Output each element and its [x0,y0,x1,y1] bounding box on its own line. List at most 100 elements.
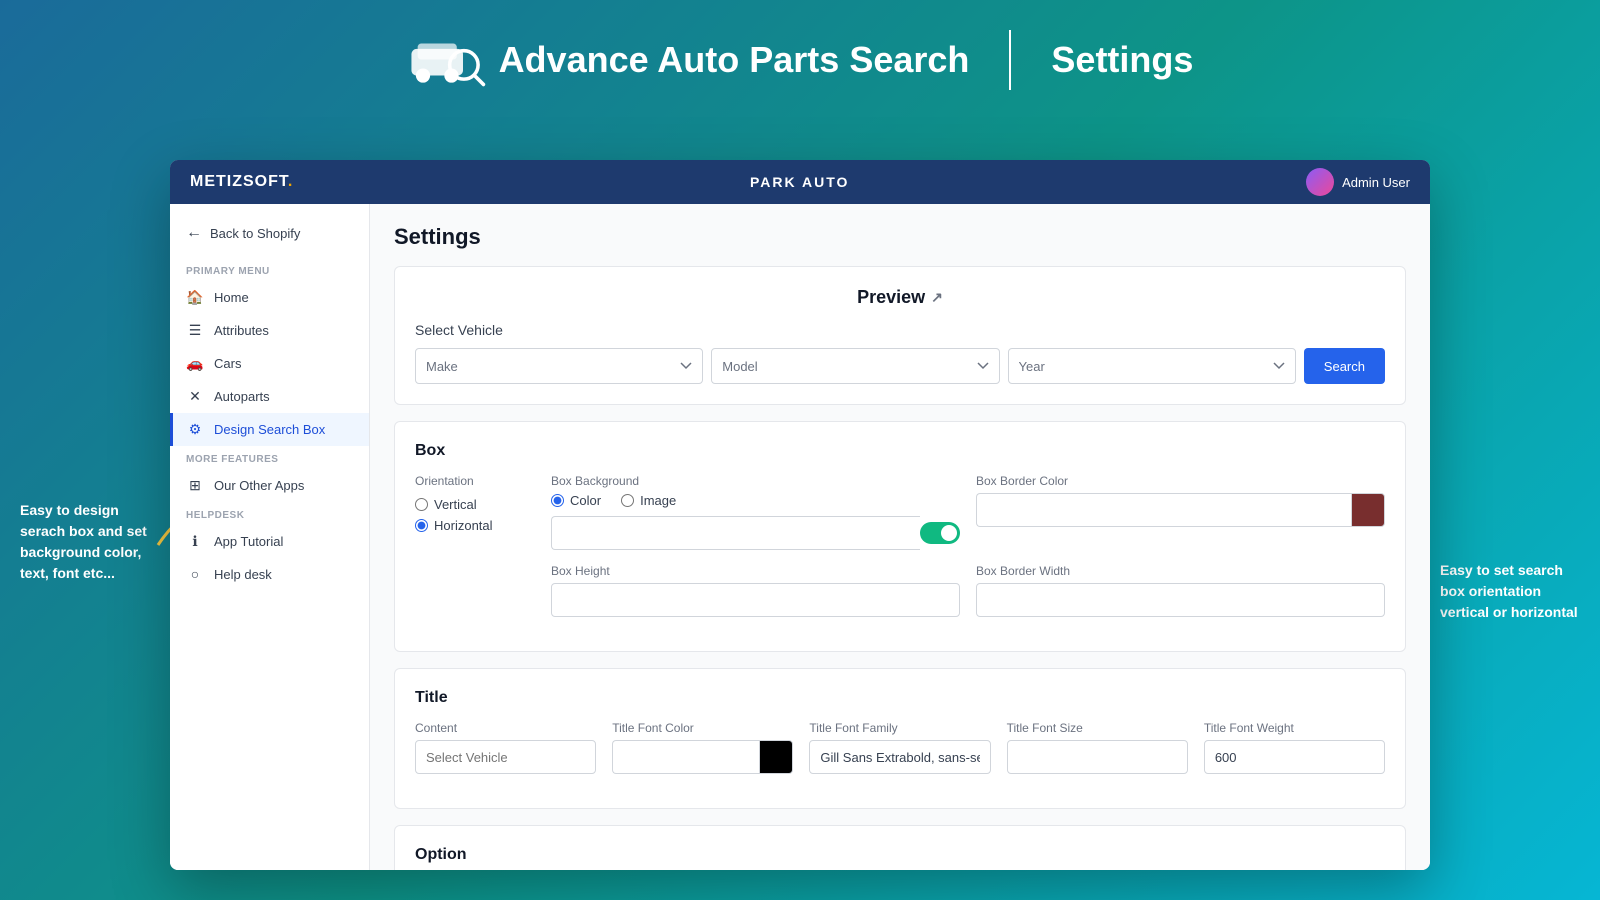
header-logo-area: Advance Auto Parts Search [407,30,970,90]
app-tutorial-icon: ℹ [186,533,204,550]
sidebar: ← Back to Shopify PRIMARY MENU 🏠 Home ☰ … [170,204,370,870]
box-background-label: Box Background [551,474,960,488]
option-section-card: Option Option Font Family Gill Sans Extr… [394,825,1406,870]
title-font-size-input[interactable]: 20 [1007,740,1188,774]
app-layout: ← Back to Shopify PRIMARY MENU 🏠 Home ☰ … [170,204,1430,870]
box-border-width-label: Box Border Width [976,564,1385,578]
topbar: METIZSOFT. PARK AUTO Admin User [170,160,1430,204]
title-font-size-label: Title Font Size [1007,721,1188,735]
sidebar-item-autoparts-label: Autoparts [214,389,270,404]
title-font-weight-select[interactable]: 600 [1204,740,1385,774]
bg-color-toggle[interactable] [920,522,960,544]
header-title: Advance Auto Parts Search [499,39,970,81]
title-font-family-group: Title Font Family Gill Sans Extrabold, s… [809,721,990,774]
title-content-label: Content [415,721,596,735]
title-content-group: Content [415,721,596,774]
box-border-width-group: Box Border Width 0 [976,564,1385,617]
title-font-size-group: Title Font Size 20 [1007,721,1188,774]
sidebar-item-our-other-apps-label: Our Other Apps [214,478,304,493]
box-height-label: Box Height [551,564,960,578]
design-search-box-icon: ⚙ [186,421,204,438]
vertical-radio-label[interactable]: Vertical [415,497,535,512]
sidebar-item-autoparts[interactable]: ✕ Autoparts [170,380,369,413]
color-radio-label[interactable]: Color [551,493,601,508]
topbar-logo: METIZSOFT. [190,173,293,191]
bg-color-input[interactable]: #ffffff [551,516,920,550]
sidebar-item-cars[interactable]: 🚗 Cars [170,347,369,380]
title-font-color-input[interactable]: #000000 [612,740,759,774]
topbar-user: Admin User [1306,168,1410,196]
orientation-radio-group: Vertical Horizontal [415,493,535,533]
page-title: Settings [394,224,1406,250]
image-radio-label[interactable]: Image [621,493,676,508]
topbar-username: Admin User [1342,175,1410,190]
vehicle-selects: Make Model Year Search [415,348,1385,384]
color-radio-text: Color [570,493,601,508]
header-subtitle: Settings [1051,39,1193,81]
box-background-group: Box Background Color Image [551,474,960,550]
sidebar-item-attributes-label: Attributes [214,323,269,338]
vertical-radio[interactable] [415,498,428,511]
title-section-card: Title Content Title Font Color #000000 [394,668,1406,809]
title-font-color-swatch[interactable] [759,740,793,774]
sidebar-item-home[interactable]: 🏠 Home [170,281,369,314]
title-font-color-group: Title Font Color #000000 [612,721,793,774]
title-font-family-select[interactable]: Gill Sans Extrabold, sans-serif [809,740,990,774]
car-search-icon [407,30,487,90]
search-button[interactable]: Search [1304,348,1385,384]
box-border-color-input-group: #782e2e [976,493,1385,527]
callout-left: Easy to design serach box and set backgr… [20,500,150,584]
main-content: Settings Preview ↗ Select Vehicle Make M… [370,204,1430,870]
horizontal-radio-label[interactable]: Horizontal [415,518,535,533]
make-select[interactable]: Make [415,348,703,384]
callout-right: Easy to set search box orientation verti… [1440,560,1580,623]
title-font-family-label: Title Font Family [809,721,990,735]
horizontal-radio[interactable] [415,519,428,532]
box-section-card: Box Orientation Vertical Horizon [394,421,1406,652]
app-window: METIZSOFT. PARK AUTO Admin User ← Back t… [170,160,1430,870]
title-font-weight-label: Title Font Weight [1204,721,1385,735]
bg-color-input-group: #ffffff [551,516,960,550]
home-icon: 🏠 [186,289,204,306]
preview-title: Preview ↗ [415,287,1385,308]
box-border-width-input[interactable]: 0 [976,583,1385,617]
topbar-store: PARK AUTO [750,174,849,190]
user-avatar [1306,168,1334,196]
model-select[interactable]: Model [711,348,999,384]
primary-menu-label: PRIMARY MENU [170,258,369,281]
image-radio[interactable] [621,494,634,507]
sidebar-item-app-tutorial-label: App Tutorial [214,534,283,549]
box-height-group: Box Height 80 [551,564,960,617]
sidebar-item-design-search-box[interactable]: ⚙ Design Search Box [170,413,369,446]
preview-card: Preview ↗ Select Vehicle Make Model Year… [394,266,1406,405]
header-divider [1009,30,1011,90]
box-border-color-label: Box Border Color [976,474,1385,488]
horizontal-radio-text: Horizontal [434,518,493,533]
title-form-row: Content Title Font Color #000000 Title F… [415,721,1385,774]
box-form-row-1: Orientation Vertical Horizontal [415,474,1385,550]
title-font-weight-group: Title Font Weight 600 [1204,721,1385,774]
box-height-input[interactable]: 80 [551,583,960,617]
our-other-apps-icon: ⊞ [186,477,204,494]
title-font-color-input-group: #000000 [612,740,793,774]
box-border-color-group: Box Border Color #782e2e [976,474,1385,527]
sidebar-item-attributes[interactable]: ☰ Attributes [170,314,369,347]
external-link-icon[interactable]: ↗ [931,289,943,306]
back-to-shopify-link[interactable]: ← Back to Shopify [170,216,369,250]
box-border-color-input[interactable]: #782e2e [976,493,1351,527]
sidebar-item-our-other-apps[interactable]: ⊞ Our Other Apps [170,469,369,502]
image-radio-text: Image [640,493,676,508]
box-border-color-swatch[interactable] [1351,493,1385,527]
attributes-icon: ☰ [186,322,204,339]
sidebar-item-help-desk-label: Help desk [214,567,272,582]
cars-icon: 🚗 [186,355,204,372]
sidebar-item-help-desk[interactable]: ○ Help desk [170,558,369,590]
year-select[interactable]: Year [1008,348,1296,384]
title-content-input[interactable] [415,740,596,774]
color-radio[interactable] [551,494,564,507]
more-features-label: MORE FEATURES [170,446,369,469]
select-vehicle-label: Select Vehicle [415,322,1385,338]
sidebar-item-app-tutorial[interactable]: ℹ App Tutorial [170,525,369,558]
sidebar-item-home-label: Home [214,290,249,305]
option-section-title: Option [415,846,1385,864]
